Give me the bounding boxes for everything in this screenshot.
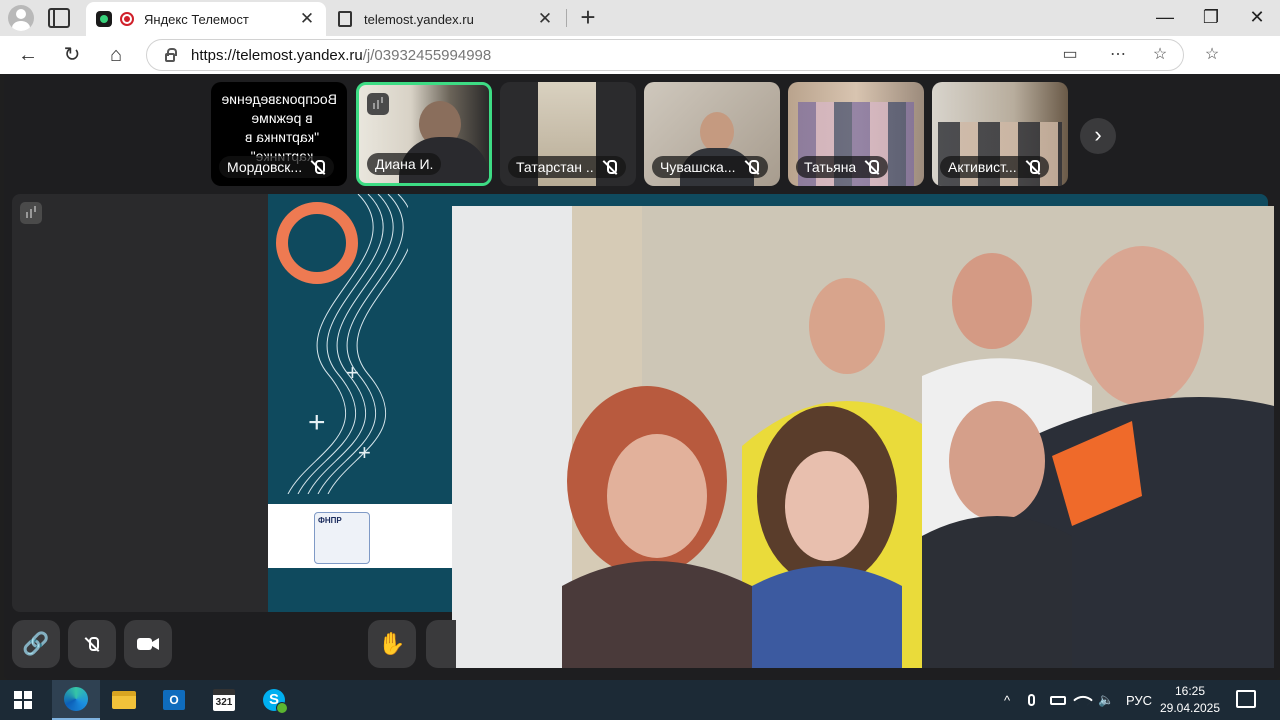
tab-actions-icon[interactable]	[48, 8, 70, 28]
camera-permission-icon[interactable]: ▭	[1058, 43, 1082, 67]
close-window-button[interactable]: ✕	[1242, 5, 1272, 29]
participant-name: Диана И.	[367, 153, 442, 175]
more-icon[interactable]: ⋯	[1106, 43, 1130, 67]
taskbar-clock[interactable]: 16:25 29.04.2025	[1152, 683, 1228, 717]
mic-off-icon	[1025, 159, 1041, 175]
back-button[interactable]: ←	[14, 42, 42, 68]
mic-off-icon	[864, 159, 880, 175]
participant-tile[interactable]: Татьяна	[788, 82, 924, 186]
participant-tile[interactable]: Активист...	[932, 82, 1068, 186]
participants-strip: Воспроизведение в режиме "картинка в кар…	[4, 80, 1280, 188]
mic-off-icon	[744, 159, 760, 175]
participant-tile[interactable]: Воспроизведение в режиме "картинка в кар…	[211, 82, 347, 186]
link-icon: 🔗	[22, 631, 50, 656]
slide-plus-decoration: +	[308, 406, 326, 439]
outlook-icon: O	[163, 690, 185, 710]
taskbar-outlook[interactable]: O	[150, 680, 198, 720]
tab-separator	[566, 9, 567, 27]
calendar-icon: 321	[213, 689, 235, 711]
new-tab-button[interactable]: +	[576, 3, 600, 31]
folder-icon	[112, 691, 136, 709]
windows-taskbar: O 321 S ^ 🔈 РУС 16:25 29.04.2025	[0, 680, 1280, 720]
favorite-star-icon[interactable]: ☆	[1148, 43, 1172, 67]
url-host: https://telemost.yandex.ru	[191, 46, 363, 64]
slide-plus-decoration: +	[346, 360, 359, 385]
battery-icon[interactable]	[1050, 680, 1066, 720]
signal-icon	[20, 202, 42, 224]
tab-label: telemost.yandex.ru	[364, 11, 474, 27]
participant-name: Активист...	[940, 156, 1049, 178]
next-participants-button[interactable]: ›	[1080, 118, 1116, 154]
participant-tile-active[interactable]: Диана И.	[356, 82, 492, 186]
fnpr-logo: ФНПР	[314, 512, 370, 564]
taskbar-calendar-app[interactable]: 321	[200, 680, 248, 720]
slide-plus-decoration: +	[358, 440, 371, 465]
hand-icon: ✋	[378, 631, 406, 656]
browser-tab-bar: Яндекс Телемост ✕ telemost.yandex.ru ✕ +…	[0, 0, 1280, 36]
recording-icon	[120, 12, 134, 26]
video-person	[700, 112, 734, 152]
clock-date: 29.04.2025	[1159, 701, 1221, 715]
tab-telemost-url[interactable]: telemost.yandex.ru ✕	[328, 2, 564, 36]
lock-icon[interactable]	[165, 47, 177, 62]
notifications-icon[interactable]	[1236, 690, 1256, 708]
participant-name: Татарстан ...	[508, 156, 626, 178]
mic-off-icon	[602, 159, 618, 175]
signal-icon	[367, 93, 389, 115]
home-button[interactable]: ⌂	[102, 42, 130, 68]
taskbar-edge[interactable]	[52, 680, 100, 720]
copy-link-button[interactable]: 🔗	[12, 620, 60, 668]
close-tab-icon[interactable]: ✕	[298, 9, 316, 29]
tab-label: Яндекс Телемост	[144, 11, 249, 27]
address-toolbar: ← ↻ ⌂ https://telemost.yandex.ru/j/03932…	[0, 36, 1280, 74]
mic-off-icon	[84, 636, 100, 652]
tab-telemost[interactable]: Яндекс Телемост ✕	[86, 2, 326, 36]
restore-button[interactable]: ❐	[1196, 5, 1226, 29]
windows-start-icon[interactable]	[14, 691, 32, 709]
url-path: /j/03932455994998	[362, 46, 492, 64]
volume-icon[interactable]: 🔈	[1098, 680, 1114, 720]
participant-tile[interactable]: Чувашска...	[644, 82, 780, 186]
taskbar-explorer[interactable]	[100, 680, 148, 720]
minimize-button[interactable]: —	[1150, 5, 1180, 29]
close-tab-icon[interactable]: ✕	[536, 9, 554, 29]
participant-tile[interactable]: Татарстан ...	[500, 82, 636, 186]
telemost-favicon-icon	[96, 11, 112, 27]
group-selfie-video	[452, 206, 1274, 668]
pip-notice: Воспроизведение в режиме "картинка в кар…	[221, 91, 337, 164]
participant-name: Татьяна	[796, 156, 889, 178]
edge-icon	[64, 687, 88, 711]
language-indicator[interactable]: РУС	[1126, 680, 1152, 720]
participant-name: Мордовск...	[219, 156, 335, 178]
tray-overflow-icon[interactable]: ^	[1004, 680, 1010, 720]
profile-icon[interactable]	[8, 5, 34, 31]
camera-icon	[137, 638, 159, 650]
wifi-icon[interactable]	[1073, 680, 1093, 720]
raise-hand-button[interactable]: ✋	[368, 620, 416, 668]
mic-off-icon	[310, 159, 326, 175]
clock-time: 16:25	[1174, 684, 1206, 698]
taskbar-skype[interactable]: S	[250, 680, 298, 720]
microphone-in-use-icon[interactable]	[1028, 680, 1035, 720]
camera-video	[452, 206, 1274, 668]
telemost-app: Воспроизведение в режиме "картинка в кар…	[4, 74, 1280, 680]
participant-name: Чувашска...	[652, 156, 768, 178]
microphone-toggle-button[interactable]	[68, 620, 116, 668]
camera-toggle-button[interactable]	[124, 620, 172, 668]
address-bar[interactable]: https://telemost.yandex.ru/j/03932455994…	[146, 39, 1184, 71]
page-favicon-icon	[338, 11, 352, 27]
favorites-icon[interactable]: ☆	[1200, 43, 1224, 67]
skype-icon: S	[263, 689, 288, 714]
slide-wave-lines	[287, 194, 408, 494]
share-screen-button[interactable]	[426, 620, 456, 668]
reload-button[interactable]: ↻	[58, 42, 86, 68]
